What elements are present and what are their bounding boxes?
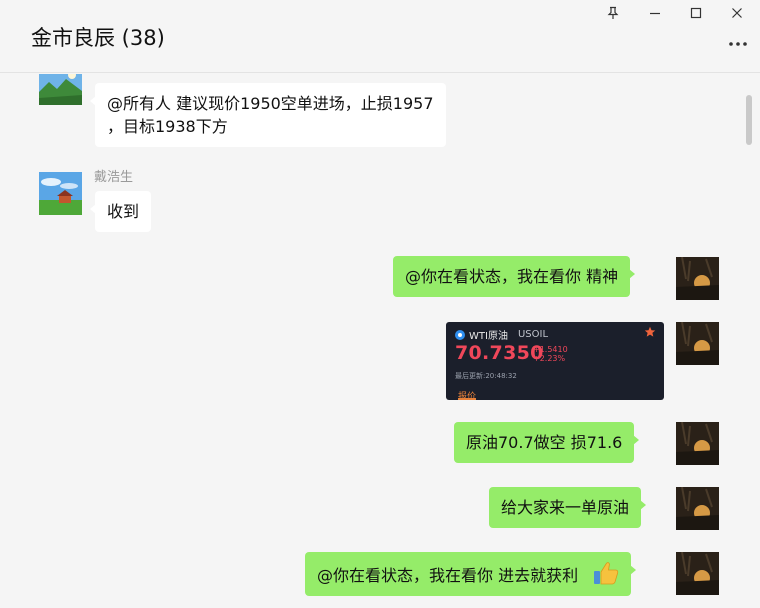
- message-text-line: ，目标1938下方: [107, 117, 228, 136]
- more-button[interactable]: [724, 33, 752, 55]
- avatar-sunset-image: [676, 422, 719, 465]
- quote-tab-underline: [458, 398, 476, 400]
- avatar-sunset-image: [676, 552, 719, 595]
- sender-name: 戴浩生: [94, 170, 134, 185]
- message-bubble-outgoing[interactable]: 给大家来一单原油: [489, 487, 647, 528]
- self-avatar[interactable]: [676, 487, 719, 530]
- minimize-icon: [650, 12, 660, 15]
- star-icon: [644, 326, 656, 337]
- maximize-button[interactable]: [683, 2, 709, 24]
- message-text-line: 给大家来一单原油: [501, 498, 630, 517]
- close-icon: [732, 8, 742, 18]
- thumbs-up-icon: [594, 562, 619, 585]
- message-bubble-outgoing[interactable]: @你在看状态，我在看你 精神: [393, 256, 636, 297]
- avatar-sunset-image: [676, 257, 719, 300]
- quote-card-image[interactable]: WTI原油 USOIL 70.7350 +1.5410 +2.23% 最后更新:…: [446, 322, 664, 400]
- instrument-price: 70.7350: [455, 342, 544, 364]
- price-change: +1.5410 +2.23%: [533, 345, 568, 363]
- last-updated: 最后更新:20:48:32: [455, 372, 517, 380]
- self-avatar[interactable]: [676, 257, 719, 300]
- more-icon: [729, 42, 747, 46]
- chat-title: 金市良辰 (38): [31, 26, 165, 50]
- message-bubble-incoming[interactable]: 收到: [89, 191, 152, 232]
- pin-button[interactable]: [600, 2, 626, 24]
- quote-card-header: WTI原油 USOIL: [455, 327, 548, 342]
- instrument-name: WTI原油: [469, 331, 508, 342]
- price-change-pct: +2.23%: [533, 354, 566, 363]
- minimize-button[interactable]: [642, 2, 668, 24]
- maximize-icon: [690, 7, 702, 19]
- self-avatar[interactable]: [676, 552, 719, 595]
- message-text-line: 收到: [107, 202, 140, 221]
- message-bubble-outgoing[interactable]: @你在看状态，我在看你 进去就获利: [305, 552, 637, 596]
- chat-scrollbar[interactable]: [746, 95, 752, 145]
- message-bubble-outgoing[interactable]: 原油70.7做空 损71.6: [454, 422, 640, 463]
- price-change-abs: +1.5410: [533, 345, 568, 354]
- message-text-line: @你在看状态，我在看你 精神: [405, 267, 619, 286]
- message-text-line: @所有人 建议现价1950空单进场，止损1957: [107, 94, 434, 113]
- oil-icon: [455, 329, 465, 340]
- message-text-line: @你在看状态，我在看你 进去就获利: [317, 566, 579, 585]
- avatar[interactable]: [39, 172, 82, 215]
- avatar-sunset-image: [676, 322, 719, 365]
- close-button[interactable]: [724, 2, 750, 24]
- self-avatar[interactable]: [676, 422, 719, 465]
- self-avatar[interactable]: [676, 322, 719, 365]
- avatar-sunset-image: [676, 487, 719, 530]
- message-bubble-incoming[interactable]: @所有人 建议现价1950空单进场，止损1957 ，目标1938下方: [90, 83, 446, 147]
- pin-icon: [607, 6, 619, 19]
- message-text-line: 原油70.7做空 损71.6: [466, 433, 623, 452]
- title-bar: 金市良辰 (38): [0, 0, 760, 73]
- instrument-symbol: USOIL: [517, 329, 549, 340]
- avatar-house-image: [39, 172, 82, 215]
